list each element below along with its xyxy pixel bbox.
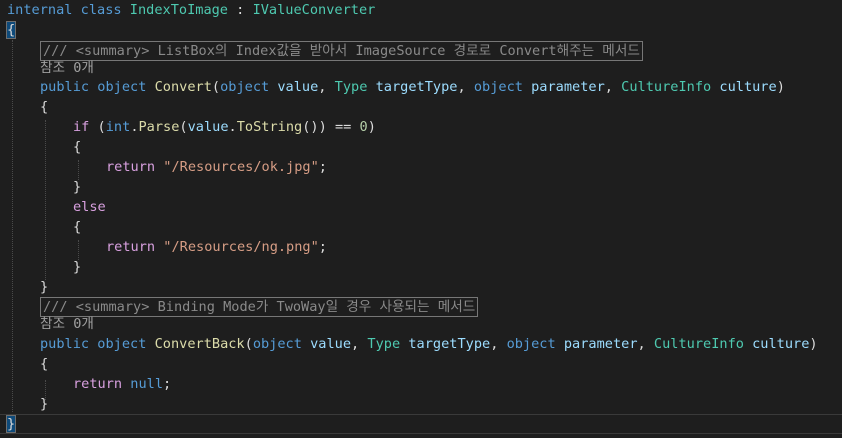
indent-guide bbox=[12, 40, 13, 412]
code-line[interactable]: { bbox=[40, 354, 48, 374]
doc-comment-text: Binding Mode가 TwoWay일 경우 사용되는 메서드 bbox=[157, 299, 476, 315]
indent-guide bbox=[45, 120, 46, 280]
method-name: ToString bbox=[236, 119, 303, 135]
parameter: parameter bbox=[531, 79, 605, 95]
interface-name: IValueConverter bbox=[252, 2, 376, 18]
brace-open-highlighted: { bbox=[5, 21, 17, 39]
doc-comment-line[interactable]: /// <summary> ListBox의 Index값을 받아서 Image… bbox=[40, 41, 643, 61]
codelens-references[interactable]: 참조 0개 bbox=[40, 59, 94, 77]
brace-close: } bbox=[40, 396, 49, 412]
code-line[interactable]: } bbox=[40, 394, 48, 414]
method-name: ConvertBack bbox=[154, 336, 245, 352]
code-line[interactable]: return "/Resources/ng.png"; bbox=[106, 237, 327, 257]
parameter: value bbox=[187, 119, 229, 135]
brace-open: { bbox=[40, 99, 49, 115]
doc-comment-line[interactable]: /// <summary> Binding Mode가 TwoWay일 경우 사… bbox=[40, 297, 479, 317]
code-line[interactable]: return null; bbox=[73, 374, 171, 394]
type-name: CultureInfo bbox=[621, 79, 712, 95]
keyword: object bbox=[252, 336, 302, 352]
brace-close: } bbox=[40, 279, 49, 295]
brace-open: { bbox=[73, 219, 82, 235]
code-line[interactable]: } bbox=[40, 277, 48, 297]
brace-close: } bbox=[73, 179, 82, 195]
keyword: object bbox=[220, 79, 270, 95]
parameter: culture bbox=[752, 336, 810, 352]
brace-close: } bbox=[73, 259, 82, 275]
parameter: targetType bbox=[375, 79, 458, 95]
parameter: culture bbox=[719, 79, 777, 95]
code-line[interactable]: public object ConvertBack(object value, … bbox=[40, 334, 818, 354]
keyword-null: null bbox=[130, 376, 164, 392]
class-name: IndexToImage bbox=[129, 2, 228, 18]
references-count[interactable]: 참조 0개 bbox=[40, 316, 94, 332]
doc-comment-text: ListBox의 Index값을 받아서 ImageSource 경로로 Con… bbox=[157, 43, 640, 59]
parameter: parameter bbox=[563, 336, 638, 352]
brace-open: { bbox=[40, 356, 49, 372]
brace-open: { bbox=[73, 139, 82, 155]
method-name: Convert bbox=[154, 79, 212, 95]
keyword: object bbox=[97, 79, 147, 95]
method-name: Parse bbox=[138, 119, 180, 135]
type-name: Type bbox=[367, 336, 401, 352]
parameter: value bbox=[310, 336, 352, 352]
type-name: CultureInfo bbox=[653, 336, 744, 352]
keyword-else: else bbox=[73, 199, 106, 215]
string-literal: "/Resources/ok.jpg" bbox=[163, 159, 319, 175]
code-line[interactable]: if (int.Parse(value.ToString()) == 0) bbox=[73, 117, 376, 137]
keyword: internal bbox=[7, 2, 73, 18]
code-line[interactable]: public object Convert(object value, Type… bbox=[40, 77, 785, 97]
brace-close-highlighted: } bbox=[5, 415, 17, 433]
keyword-return: return bbox=[73, 376, 123, 392]
keyword: object bbox=[506, 336, 556, 352]
codelens-references[interactable]: 참조 0개 bbox=[40, 315, 94, 333]
code-editor[interactable]: internal class IndexToImage : IValueConv… bbox=[0, 0, 842, 438]
current-line-highlight bbox=[0, 414, 842, 434]
code-line[interactable]: } bbox=[73, 177, 81, 197]
number: 0 bbox=[359, 119, 368, 135]
code-line[interactable]: return "/Resources/ok.jpg"; bbox=[106, 157, 327, 177]
string-literal: "/Resources/ng.png" bbox=[163, 239, 319, 255]
keyword: object bbox=[97, 336, 147, 352]
code-line[interactable]: { bbox=[40, 97, 48, 117]
punctuation: : bbox=[228, 2, 253, 18]
type-name: Type bbox=[334, 79, 368, 95]
code-line[interactable]: { bbox=[73, 137, 81, 157]
code-line[interactable]: else bbox=[73, 197, 106, 217]
keyword: int bbox=[105, 119, 131, 135]
keyword: public bbox=[40, 336, 90, 352]
keyword: object bbox=[473, 79, 523, 95]
doc-comment-slashes: /// bbox=[43, 299, 68, 315]
code-line[interactable]: } bbox=[5, 414, 17, 434]
operator: == bbox=[334, 119, 352, 135]
keyword-return: return bbox=[106, 159, 156, 175]
keyword-return: return bbox=[106, 239, 156, 255]
parameter: value bbox=[277, 79, 319, 95]
keyword-if: if bbox=[73, 119, 90, 135]
doc-comment-tag: <summary> bbox=[75, 299, 150, 315]
code-line[interactable]: { bbox=[73, 217, 81, 237]
keyword: class bbox=[80, 2, 122, 18]
doc-comment-slashes: /// bbox=[43, 43, 68, 59]
doc-comment-tag: <summary> bbox=[75, 43, 150, 59]
code-line[interactable]: } bbox=[73, 257, 81, 277]
parameter: targetType bbox=[408, 336, 491, 352]
code-line[interactable]: internal class IndexToImage : IValueConv… bbox=[7, 0, 375, 20]
keyword: public bbox=[40, 79, 90, 95]
code-line[interactable]: { bbox=[5, 20, 17, 40]
references-count[interactable]: 참조 0개 bbox=[40, 60, 94, 76]
